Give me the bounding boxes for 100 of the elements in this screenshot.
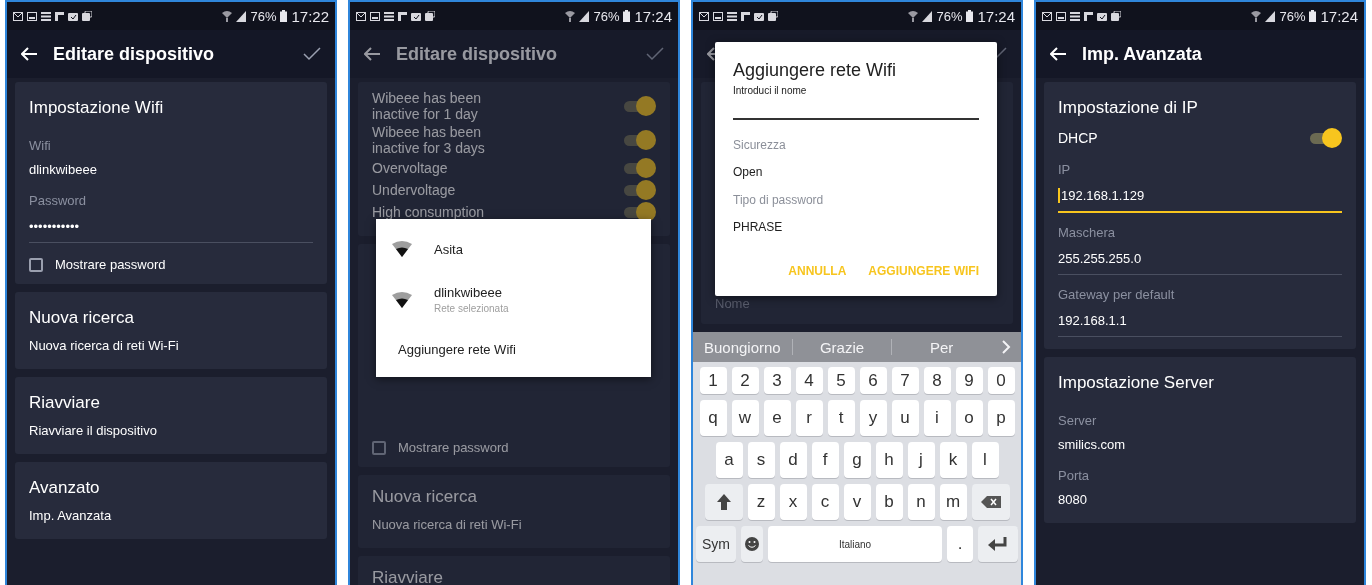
key[interactable]: v	[843, 484, 871, 520]
key[interactable]: q	[699, 400, 727, 436]
card-title[interactable]: Riavviare	[29, 393, 100, 413]
back-arrow-icon[interactable]	[364, 47, 380, 61]
toggle-switch[interactable]	[622, 96, 656, 116]
key[interactable]: 3	[763, 367, 791, 394]
card-title[interactable]: Nuova ricerca	[372, 487, 477, 507]
space-key[interactable]: Italiano	[768, 526, 942, 562]
key[interactable]: 1	[699, 367, 727, 394]
flag-icon	[1084, 11, 1093, 21]
flag-icon	[398, 11, 407, 21]
card-title[interactable]: Riavviare	[372, 568, 443, 585]
image-icon	[27, 11, 37, 21]
key[interactable]: h	[875, 442, 903, 478]
field-label: Maschera	[1058, 225, 1116, 240]
network-item[interactable]: dlinkwibeee Rete selezionata	[376, 271, 651, 328]
checkmark-icon[interactable]	[646, 47, 664, 61]
field-label: Server	[1058, 413, 1097, 428]
key[interactable]: 0	[987, 367, 1015, 394]
list-icon	[1070, 11, 1080, 21]
key[interactable]: l	[971, 442, 999, 478]
key[interactable]: d	[779, 442, 807, 478]
mail-icon	[1042, 11, 1052, 21]
key[interactable]: i	[923, 400, 951, 436]
screen-title: Imp. Avanzata	[1082, 43, 1203, 65]
key[interactable]: c	[811, 484, 839, 520]
key[interactable]: f	[811, 442, 839, 478]
card-title[interactable]: Avanzato	[29, 478, 100, 498]
key[interactable]: 9	[955, 367, 983, 394]
key[interactable]: 7	[891, 367, 919, 394]
key[interactable]: 6	[859, 367, 887, 394]
list-icon	[41, 11, 51, 21]
checkmark-icon[interactable]	[303, 47, 321, 61]
network-item[interactable]: Asita	[376, 227, 651, 271]
screen-title: Editare dispositivo	[396, 43, 559, 65]
key[interactable]: 4	[795, 367, 823, 394]
card-title[interactable]: Impostazione di IP	[1058, 98, 1198, 118]
shift-key[interactable]	[704, 484, 743, 520]
key[interactable]: 5	[827, 367, 855, 394]
text-field[interactable]: •••••••••••	[29, 211, 313, 243]
card-title[interactable]: Nuova ricerca	[29, 308, 134, 328]
checkbox[interactable]	[29, 257, 43, 272]
key[interactable]: u	[891, 400, 919, 436]
back-arrow-icon[interactable]	[1050, 47, 1066, 61]
field-label: IP	[1058, 162, 1071, 177]
add-network-link[interactable]: Aggiungere rete Wifi	[376, 328, 651, 369]
key[interactable]: b	[875, 484, 903, 520]
checkbox[interactable]	[372, 440, 386, 455]
card-subtitle: Imp. Avanzata	[29, 508, 112, 523]
text-field[interactable]: 255.255.255.0	[1058, 243, 1342, 275]
field-label: Gateway per default	[1058, 287, 1175, 302]
key[interactable]: e	[763, 400, 791, 436]
up-arrow-icon	[716, 494, 731, 510]
key[interactable]: z	[747, 484, 775, 520]
key[interactable]: t	[827, 400, 855, 436]
field-value[interactable]: dlinkwibeee	[29, 162, 313, 177]
field-value[interactable]: 8080	[1058, 492, 1342, 507]
key[interactable]: x	[779, 484, 807, 520]
key[interactable]: w	[731, 400, 759, 436]
key[interactable]: y	[859, 400, 887, 436]
battery-icon	[1309, 10, 1317, 22]
field-label: Wifi	[29, 138, 51, 153]
checkbox-label: Mostrare password	[398, 440, 509, 455]
key[interactable]: g	[843, 442, 871, 478]
emoji-key[interactable]	[741, 526, 763, 562]
back-arrow-icon[interactable]	[21, 47, 37, 61]
card-subtitle: Nuova ricerca di reti Wi-Fi	[372, 517, 522, 532]
key[interactable]: k	[939, 442, 967, 478]
wifi-icon	[565, 10, 576, 22]
toggle-label: Undervoltage	[372, 182, 456, 198]
key[interactable]: r	[795, 400, 823, 436]
toggle-switch[interactable]	[622, 180, 656, 200]
field-value[interactable]: smilics.com	[1058, 437, 1342, 452]
key[interactable]: 8	[923, 367, 951, 394]
toggle-switch[interactable]	[622, 130, 656, 150]
key[interactable]: a	[715, 442, 743, 478]
chevron-right-icon[interactable]	[1001, 340, 1011, 354]
field-value[interactable]: Open	[733, 165, 979, 179]
text-field[interactable]: 192.168.1.129	[1058, 180, 1342, 213]
toggle-switch[interactable]	[1308, 128, 1342, 148]
enter-arrow-icon	[988, 537, 1008, 551]
card-title[interactable]: Impostazione Wifi	[29, 98, 164, 118]
key[interactable]: p	[987, 400, 1015, 436]
symbols-key[interactable]: Sym	[696, 526, 736, 562]
card-title[interactable]: Impostazione Server	[1058, 373, 1214, 393]
key[interactable]: .	[947, 526, 973, 562]
signal-icon	[922, 10, 933, 22]
toggle-switch[interactable]	[622, 158, 656, 178]
name-field[interactable]: Introduci il nome	[733, 85, 979, 120]
chat-icon	[425, 11, 435, 21]
key[interactable]: j	[907, 442, 935, 478]
field-value[interactable]: PHRASE	[733, 220, 979, 234]
text-field[interactable]: 192.168.1.1	[1058, 305, 1342, 337]
enter-key[interactable]	[978, 526, 1018, 562]
key[interactable]: n	[907, 484, 935, 520]
backspace-key[interactable]	[971, 484, 1010, 520]
key[interactable]: s	[747, 442, 775, 478]
key[interactable]: m	[939, 484, 967, 520]
key[interactable]: 2	[731, 367, 759, 394]
key[interactable]: o	[955, 400, 983, 436]
